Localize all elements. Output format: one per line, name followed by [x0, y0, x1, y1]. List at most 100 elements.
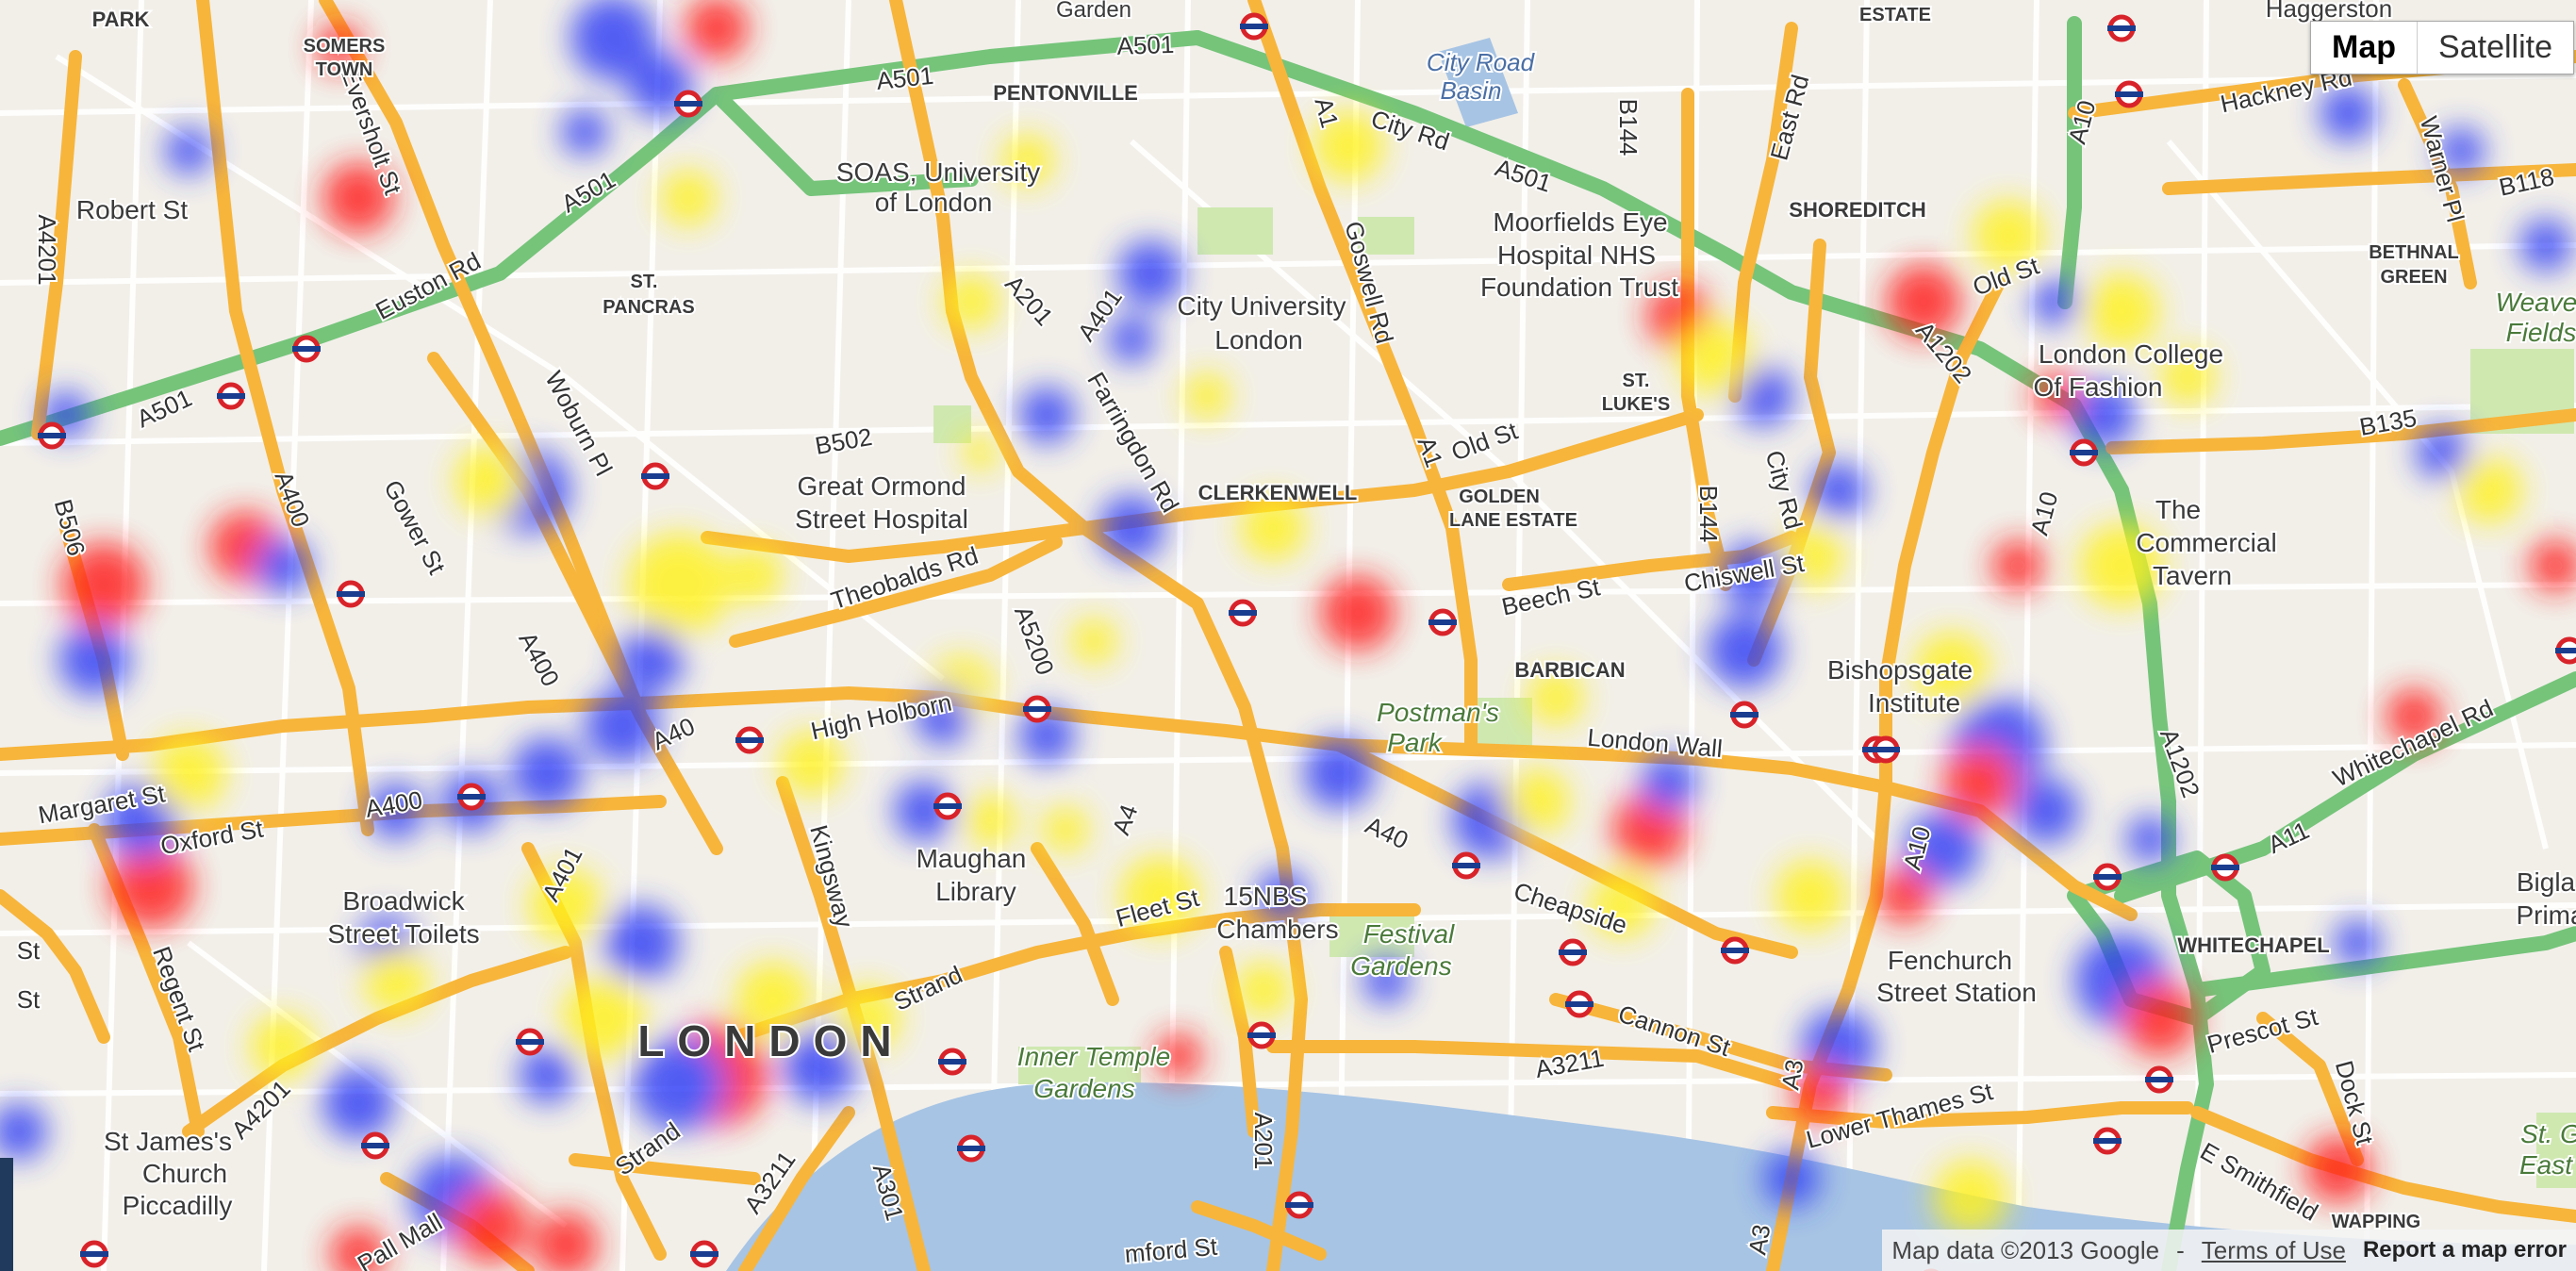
heat-blob	[1303, 737, 1375, 809]
heat-blob	[322, 1067, 394, 1139]
svg-text:St: St	[17, 936, 41, 965]
svg-text:A3: A3	[1742, 1222, 1775, 1257]
svg-text:A5200: A5200	[1009, 602, 1060, 679]
heat-blob	[1108, 316, 1155, 363]
place-label: Inner Temple	[1017, 1042, 1170, 1071]
heat-blob	[2519, 219, 2572, 272]
heat-blob	[2122, 981, 2197, 1056]
road-label: A201	[1247, 1111, 1280, 1172]
heat-blob	[1933, 1160, 2008, 1235]
tube-station-icon	[1452, 851, 1480, 880]
heat-blob	[1117, 240, 1183, 306]
svg-text:City Rd: City Rd	[1760, 447, 1808, 532]
heat-blob	[1504, 768, 1570, 834]
tube-station-icon	[2070, 438, 2098, 467]
place-label: PARK	[92, 8, 150, 31]
tube-station-icon	[1559, 938, 1587, 966]
place-label: 15NBS	[1224, 882, 1308, 911]
place-label: LONDON	[637, 1016, 904, 1065]
tube-station-icon	[516, 1028, 544, 1056]
road-label: A501	[873, 59, 937, 97]
svg-text:A201: A201	[1249, 1113, 1278, 1170]
heat-blob	[2304, 1135, 2372, 1203]
svg-text:Strand: Strand	[889, 960, 966, 1016]
heat-blob	[363, 948, 429, 1014]
svg-text:A4201: A4201	[33, 214, 61, 285]
heat-blob	[2013, 778, 2079, 844]
tube-station-icon	[457, 783, 486, 811]
place-label: Tavern	[2153, 561, 2232, 590]
tube-station-icon	[38, 421, 66, 450]
tube-station-icon	[1229, 599, 1257, 627]
attribution-separator: -	[2176, 1235, 2185, 1264]
heat-blob	[943, 273, 999, 330]
tube-station-icon	[938, 1048, 966, 1076]
heat-blob	[1320, 575, 1395, 651]
heat-blob	[58, 624, 130, 696]
road-label: B144	[1612, 97, 1644, 158]
terms-of-use-link[interactable]: Terms of Use	[2202, 1236, 2346, 1265]
heat-blob	[2416, 426, 2469, 479]
heat-blob	[585, 688, 660, 764]
heat-blob	[2334, 919, 2381, 966]
place-label: St James's	[104, 1127, 232, 1156]
heat-blob	[964, 794, 1016, 847]
road-label: St	[15, 934, 42, 966]
place-label: Chambers	[1216, 915, 1338, 944]
map-button[interactable]: Map	[2311, 22, 2419, 74]
report-map-error-link[interactable]: Report a map error	[2363, 1237, 2567, 1263]
place-label: SOAS, University	[836, 157, 1040, 187]
svg-text:St: St	[17, 985, 41, 1014]
place-label: BARBICAN	[1514, 658, 1625, 682]
place-label: Basin	[1440, 76, 1501, 105]
place-label: PANCRAS	[603, 297, 694, 318]
heat-blob	[962, 434, 999, 471]
place-label: GREEN	[2380, 267, 2447, 288]
tube-station-icon	[674, 90, 702, 118]
place-label: The	[2155, 495, 2201, 524]
heat-blob	[1042, 806, 1089, 853]
place-label: Maughan	[916, 844, 1027, 873]
heat-blob	[726, 547, 783, 603]
heat-blob	[660, 170, 717, 226]
road-label: A5200	[1007, 601, 1062, 681]
place-label: Bishopsgate	[1827, 655, 1973, 685]
heat-blob	[255, 537, 311, 594]
place-label: Garden	[1056, 0, 1131, 23]
heat-blob	[1018, 387, 1075, 443]
place-label: Park	[1387, 728, 1444, 757]
heat-blob	[1775, 860, 1846, 932]
heat-blob	[561, 976, 646, 1061]
heat-blob	[1810, 462, 1867, 519]
heat-blob	[1942, 745, 2018, 820]
tube-station-icon	[1872, 735, 1900, 764]
heat-blob	[1235, 962, 1292, 1018]
svg-text:A3: A3	[1775, 1057, 1808, 1092]
place-label: Gardens	[1033, 1074, 1134, 1103]
heat-blob	[2084, 273, 2159, 349]
map-type-control: Map Satellite	[2310, 21, 2574, 74]
road-label: B144	[1693, 484, 1725, 545]
road-label: A40	[1360, 809, 1415, 857]
tube-station-icon	[2115, 80, 2143, 108]
road-label: A3	[1741, 1220, 1777, 1259]
heat-blob	[165, 127, 212, 174]
map-canvas[interactable]: A501 A501 A501 A501 A501 Euston Rd City Rd Gosw…	[0, 0, 2576, 1271]
svg-text:A40: A40	[1362, 811, 1413, 855]
tube-station-icon	[957, 1134, 985, 1163]
base-map: A501A501A501A501A501Euston RdCity RdGosw…	[0, 0, 2576, 1271]
heat-blob	[603, 905, 679, 981]
tube-station-icon	[1023, 695, 1051, 723]
place-label: Bigla	[2517, 867, 2576, 897]
tube-station-icon	[217, 382, 245, 410]
satellite-button[interactable]: Satellite	[2418, 22, 2573, 74]
tube-station-icon	[2093, 1127, 2122, 1155]
place-label: Of Fashion	[2034, 372, 2163, 402]
heat-blob	[250, 1014, 316, 1080]
attribution-bar: Map data ©2013 Google - Terms of Use Rep…	[1882, 1230, 2576, 1271]
svg-text:B502: B502	[813, 422, 874, 460]
place-label: Street Hospital	[795, 504, 968, 534]
tube-station-icon	[690, 1240, 718, 1268]
place-label: St. G	[2520, 1119, 2576, 1148]
map-data-credit: Map data ©2013 Google	[1891, 1235, 2160, 1264]
